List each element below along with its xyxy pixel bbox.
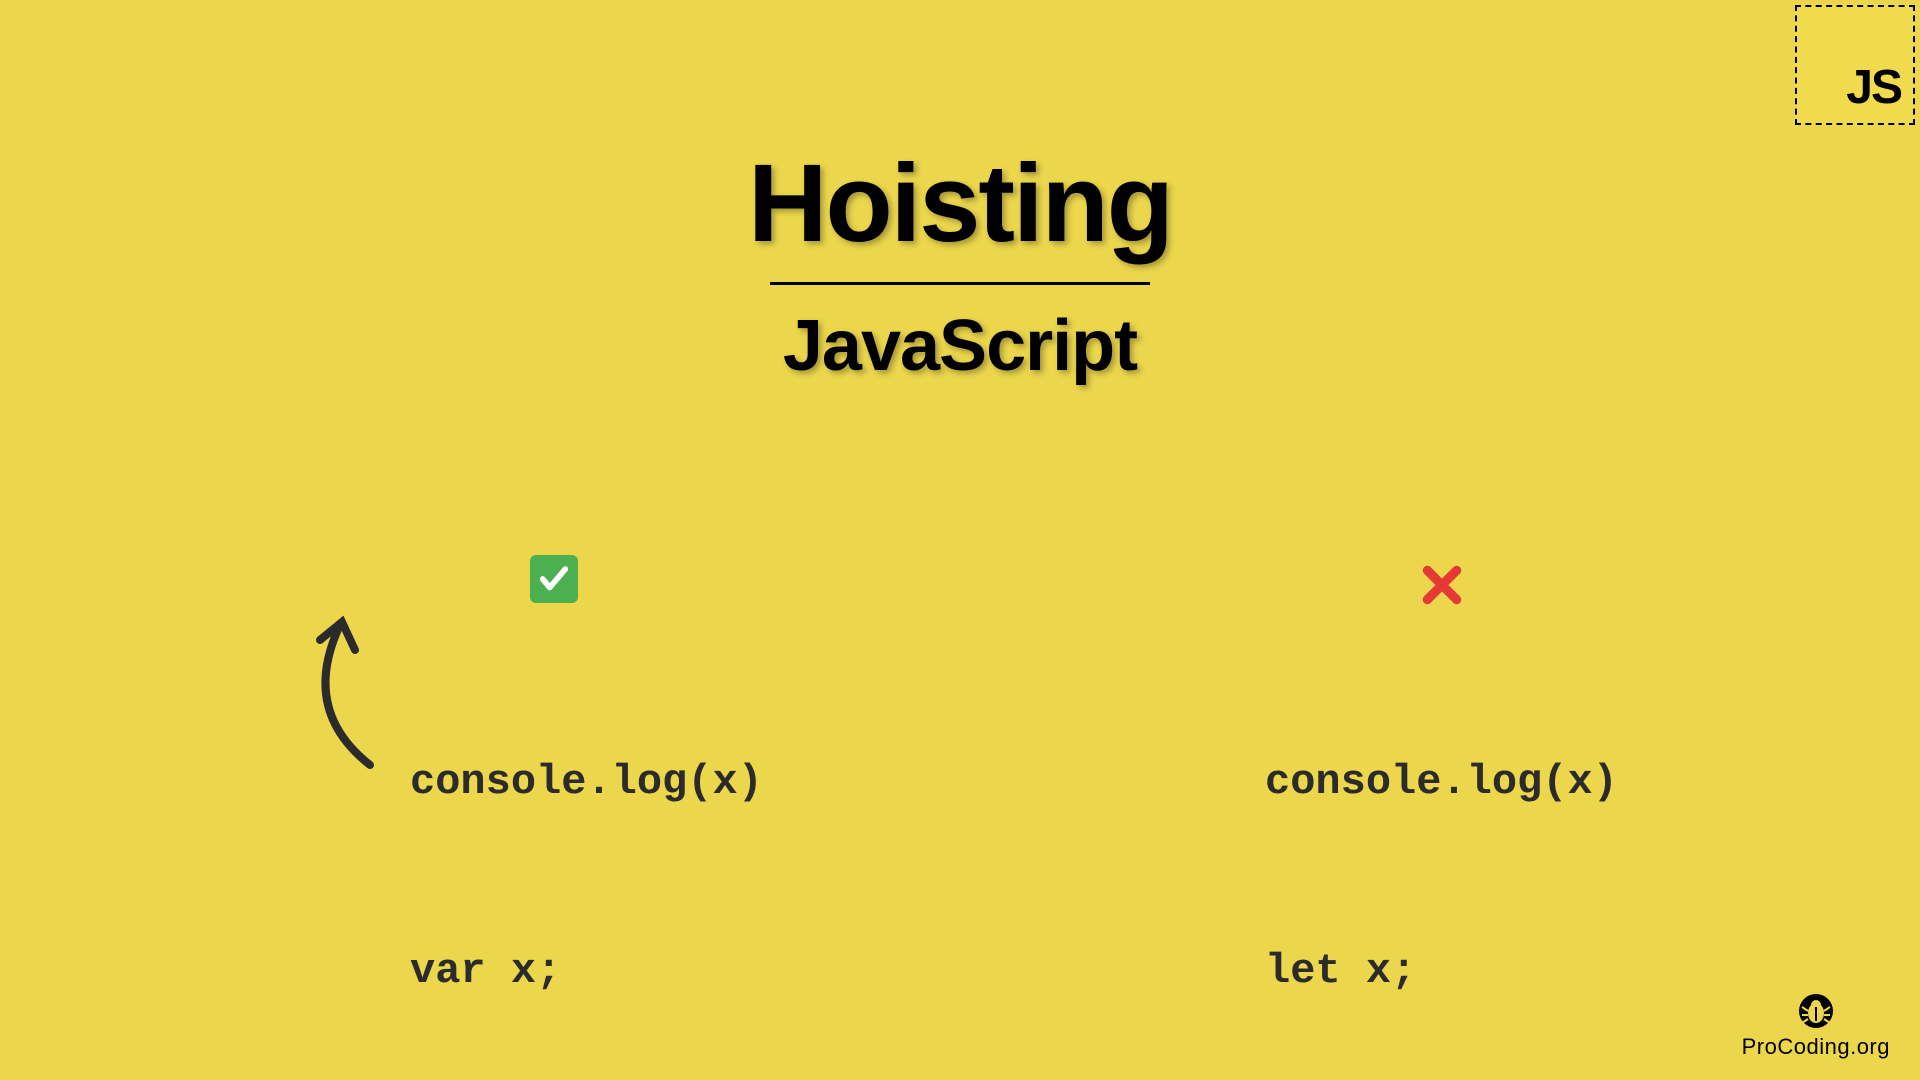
bug-icon: [1798, 993, 1834, 1029]
checkmark-svg: [537, 562, 571, 596]
page-title: Hoisting: [748, 140, 1172, 267]
code-line-1: console.log(x): [1265, 751, 1618, 814]
footer-brand: ProCoding.org: [1742, 993, 1890, 1060]
cross-icon: [1420, 560, 1464, 620]
footer-brand-text: ProCoding.org: [1742, 1034, 1890, 1060]
code-example-var: console.log(x) var x;: [410, 625, 763, 1066]
code-line-2: var x;: [410, 940, 763, 1003]
title-divider: [770, 282, 1150, 285]
header-container: Hoisting JavaScript: [748, 140, 1172, 387]
code-line-1: console.log(x): [410, 751, 763, 814]
curved-arrow-svg: [290, 610, 390, 770]
js-badge-text: JS: [1846, 60, 1901, 115]
hoist-arrow-icon: [290, 610, 390, 770]
check-icon: [530, 555, 578, 603]
code-line-2: let x;: [1265, 940, 1618, 1003]
crossmark-svg: [1420, 563, 1464, 607]
page-subtitle: JavaScript: [748, 305, 1172, 387]
code-example-let: console.log(x) let x;: [1265, 625, 1618, 1066]
js-badge: JS: [1795, 5, 1915, 125]
